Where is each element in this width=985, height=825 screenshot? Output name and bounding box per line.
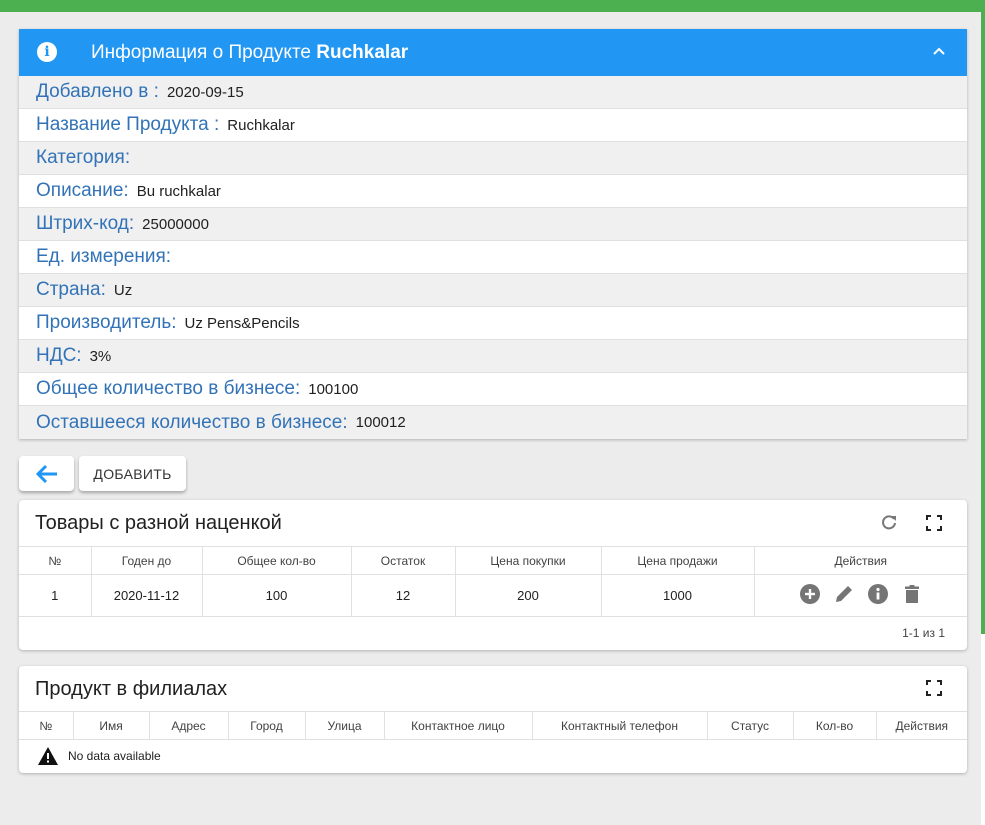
- pagination-info: 1-1 из 1: [902, 626, 945, 640]
- col-header[interactable]: Имя: [73, 711, 150, 740]
- info-row-category: Категория:: [19, 142, 967, 175]
- col-header[interactable]: Статус: [707, 711, 794, 740]
- col-header: Действия: [754, 546, 967, 575]
- col-header[interactable]: Город: [228, 711, 306, 740]
- cell-number: 1: [19, 574, 92, 617]
- no-data-message: No data available: [37, 746, 161, 766]
- cell-total-qty: 100: [202, 574, 352, 617]
- cell-actions: [754, 574, 967, 617]
- info-label: Добавлено в :: [36, 81, 159, 102]
- info-row-vat: НДС: 3%: [19, 340, 967, 373]
- add-circle-icon[interactable]: [799, 583, 821, 605]
- table-header-row: № Имя Адрес Город Улица Контактное лицо …: [19, 711, 967, 740]
- branches-card-title: Продукт в филиалах: [35, 678, 228, 700]
- edit-pencil-icon[interactable]: [833, 583, 855, 605]
- right-edge-stripe: [981, 0, 985, 634]
- refresh-icon[interactable]: [880, 514, 898, 532]
- info-icon: i: [37, 42, 57, 62]
- info-value: 2020-09-15: [166, 83, 244, 101]
- info-row-description: Описание: Bu ruchkalar: [19, 175, 967, 208]
- info-value: 3%: [89, 347, 112, 365]
- info-label: НДС:: [36, 345, 82, 366]
- product-info-header[interactable]: i Информация о Продукте Ruchkalar: [19, 29, 967, 76]
- product-info-rows: Добавлено в : 2020-09-15 Название Продукт…: [19, 76, 967, 439]
- branches-card: Продукт в филиалах № Имя Адрес Город Ули…: [19, 666, 967, 773]
- col-header[interactable]: Улица: [305, 711, 385, 740]
- info-row-total-qty: Общее количество в бизнесе: 100100: [19, 373, 967, 406]
- add-button[interactable]: ДОБАВИТЬ: [79, 456, 186, 491]
- info-row-unit: Ед. измерения:: [19, 241, 967, 274]
- branches-table: № Имя Адрес Город Улица Контактное лицо …: [19, 711, 967, 740]
- fullscreen-icon[interactable]: [925, 679, 943, 697]
- info-value: Ruchkalar: [227, 116, 295, 134]
- info-label: Название Продукта :: [36, 114, 220, 135]
- cell-remaining: 12: [351, 574, 456, 617]
- cell-sale-price: 1000: [601, 574, 755, 617]
- markup-table: № Годен до Общее кол-во Остаток Цена пок…: [19, 546, 967, 617]
- info-row-added: Добавлено в : 2020-09-15: [19, 76, 967, 109]
- cell-purchase-price: 200: [455, 574, 602, 617]
- back-button[interactable]: [19, 456, 74, 491]
- col-header[interactable]: Цена продажи: [601, 546, 755, 575]
- product-info-panel: i Информация о Продукте Ruchkalar Добавл…: [19, 29, 967, 439]
- title-product-name: Ruchkalar: [316, 42, 409, 63]
- fullscreen-icon[interactable]: [925, 514, 943, 532]
- right-edge-blank: [981, 634, 985, 825]
- col-header[interactable]: Кол-во: [793, 711, 877, 740]
- info-value: Uz: [113, 281, 133, 299]
- info-label: Производитель:: [36, 312, 177, 333]
- info-row-remaining-qty: Оставшееся количество в бизнесе: 100012: [19, 406, 967, 439]
- col-header[interactable]: Годен до: [91, 546, 203, 575]
- markup-products-card: Товары с разной наценкой № Годен до Обще…: [19, 500, 967, 650]
- chevron-up-icon[interactable]: [931, 43, 947, 59]
- info-row-manufacturer: Производитель: Uz Pens&Pencils: [19, 307, 967, 340]
- table-header-row: № Годен до Общее кол-во Остаток Цена пок…: [19, 546, 967, 575]
- info-label: Описание:: [36, 180, 129, 201]
- col-header[interactable]: Адрес: [149, 711, 229, 740]
- no-data-text: No data available: [68, 749, 161, 763]
- info-row-country: Страна: Uz: [19, 274, 967, 307]
- info-value: 100012: [355, 414, 406, 431]
- cell-expiry: 2020-11-12: [91, 574, 203, 617]
- table-row: 1 2020-11-12 100 12 200 1000: [19, 574, 967, 617]
- arrow-left-icon: [35, 464, 57, 483]
- top-bar: [0, 0, 985, 12]
- info-value: 25000000: [142, 215, 209, 233]
- info-row-name: Название Продукта : Ruchkalar: [19, 109, 967, 142]
- info-label: Штрих-код:: [36, 213, 135, 234]
- warning-icon: [38, 747, 58, 765]
- info-value: 100100: [308, 380, 359, 398]
- trash-icon[interactable]: [901, 583, 923, 605]
- info-label: Ед. измерения:: [36, 246, 172, 267]
- info-circle-icon[interactable]: [867, 583, 889, 605]
- product-info-title: Информация о Продукте Ruchkalar: [91, 42, 408, 64]
- col-header[interactable]: №: [19, 546, 92, 575]
- markup-card-title: Товары с разной наценкой: [35, 512, 282, 534]
- info-label: Категория:: [36, 147, 131, 168]
- col-header[interactable]: №: [19, 711, 74, 740]
- col-header[interactable]: Остаток: [351, 546, 456, 575]
- info-value: Bu ruchkalar: [136, 182, 221, 200]
- col-header: Действия: [876, 711, 967, 740]
- info-value: Uz Pens&Pencils: [184, 314, 300, 332]
- col-header[interactable]: Общее кол-во: [202, 546, 352, 575]
- col-header[interactable]: Цена покупки: [455, 546, 602, 575]
- info-row-barcode: Штрих-код: 25000000: [19, 208, 967, 241]
- info-label: Оставшееся количество в бизнесе:: [36, 411, 348, 433]
- col-header[interactable]: Контактное лицо: [384, 711, 533, 740]
- title-prefix: Информация о Продукте: [91, 42, 311, 63]
- info-label: Страна:: [36, 279, 106, 300]
- col-header[interactable]: Контактный телефон: [532, 711, 708, 740]
- info-label: Общее количество в бизнесе:: [36, 378, 301, 399]
